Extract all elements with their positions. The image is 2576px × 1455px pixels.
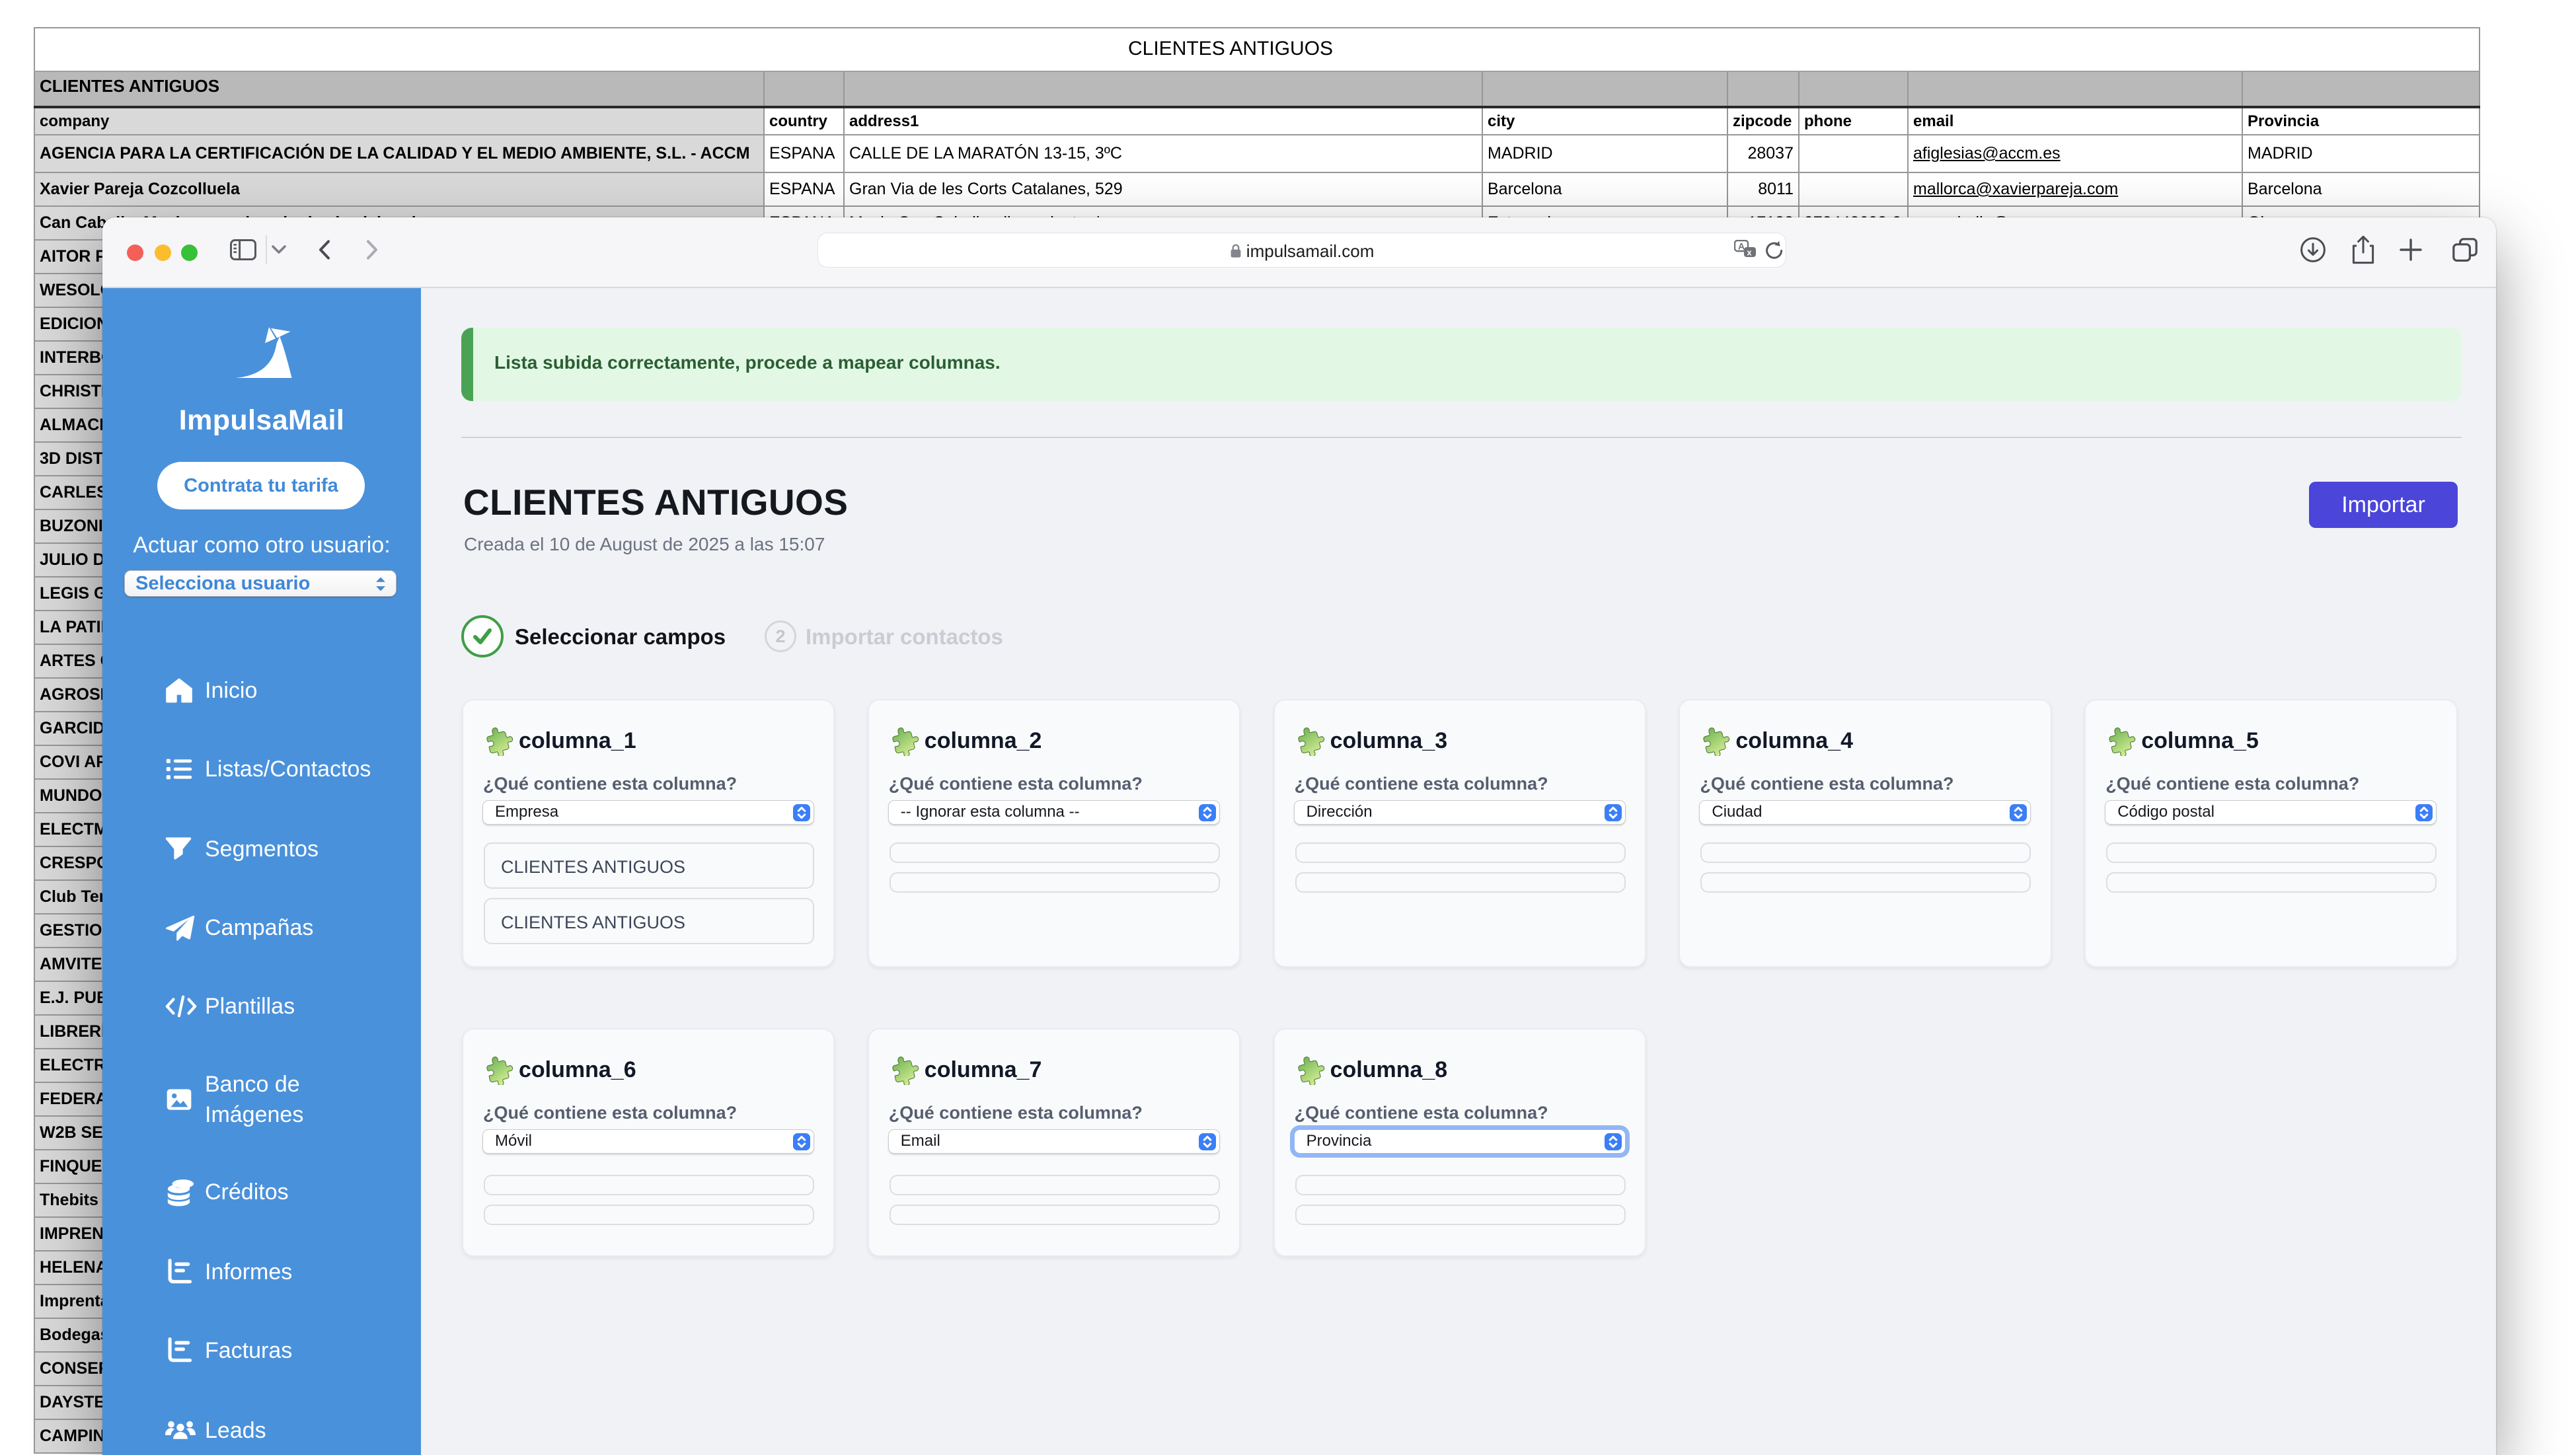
svg-text:x: x (1747, 247, 1752, 257)
svg-text:A: A (1738, 241, 1745, 251)
